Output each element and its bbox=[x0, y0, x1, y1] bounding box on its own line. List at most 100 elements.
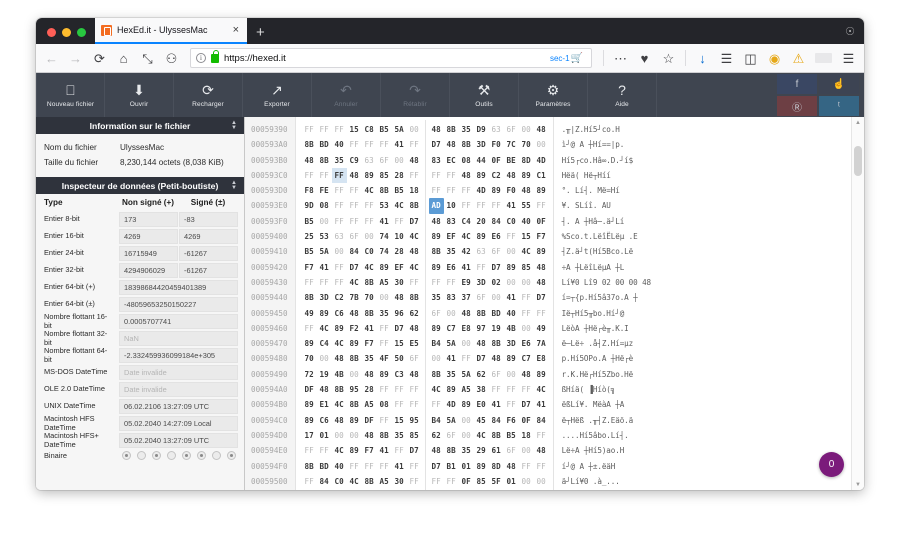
hex-byte[interactable]: FF bbox=[347, 137, 362, 152]
hex-byte[interactable]: FF bbox=[392, 397, 407, 412]
hex-byte[interactable]: 37 bbox=[459, 290, 474, 305]
hex-byte[interactable]: 4C bbox=[362, 260, 377, 275]
forward-icon[interactable]: → bbox=[68, 51, 83, 66]
hex-byte[interactable]: FF bbox=[474, 198, 489, 213]
hex-byte[interactable]: 4C bbox=[332, 397, 347, 412]
hex-byte[interactable]: 3D bbox=[474, 137, 489, 152]
hex-byte[interactable]: 9D bbox=[332, 489, 347, 490]
hex-byte[interactable]: 7A bbox=[534, 336, 549, 351]
hex-byte[interactable]: FF bbox=[332, 183, 347, 198]
hex-byte[interactable]: 00 bbox=[362, 229, 377, 244]
hex-byte[interactable]: D7 bbox=[474, 351, 489, 366]
hex-byte[interactable]: 15 bbox=[347, 122, 362, 137]
hex-byte[interactable]: 8B bbox=[504, 489, 519, 490]
hex-byte[interactable]: 48 bbox=[332, 413, 347, 428]
hex-byte[interactable]: 48 bbox=[459, 168, 474, 183]
hex-byte[interactable]: 6F bbox=[474, 290, 489, 305]
hex-byte[interactable]: FF bbox=[504, 229, 519, 244]
hex-byte[interactable]: E8 bbox=[534, 351, 549, 366]
hex-byte[interactable]: 49 bbox=[534, 321, 549, 336]
hex-byte[interactable]: FF bbox=[489, 382, 504, 397]
hex-byte[interactable]: D7 bbox=[489, 260, 504, 275]
hex-byte[interactable]: 55 bbox=[519, 198, 534, 213]
hex-byte[interactable]: 41 bbox=[317, 260, 332, 275]
hex-byte[interactable]: FF bbox=[377, 413, 392, 428]
maximize-window-button[interactable] bbox=[77, 28, 86, 37]
hex-byte[interactable]: 48 bbox=[504, 459, 519, 474]
hex-bytes-column[interactable]: FF FF FF 15 C8 B5 5A 00 48 8B 35 D9 63 6F 00 48 8B BD 40 FF… bbox=[296, 117, 549, 490]
hex-byte[interactable]: FF bbox=[459, 183, 474, 198]
hex-byte[interactable]: F7 bbox=[534, 229, 549, 244]
hex-byte[interactable]: 48 bbox=[362, 367, 377, 382]
hex-byte[interactable]: 30 bbox=[392, 474, 407, 489]
hex-byte[interactable]: 15 bbox=[392, 413, 407, 428]
hex-byte[interactable]: 25 bbox=[302, 229, 317, 244]
hex-byte[interactable]: 8B bbox=[429, 244, 444, 259]
hex-byte[interactable]: 00 bbox=[332, 244, 347, 259]
inspector-unsigned-value[interactable]: 18398684420459401389 bbox=[119, 280, 238, 295]
scrollbar-thumb[interactable] bbox=[854, 146, 862, 176]
hex-byte[interactable]: 48 bbox=[407, 489, 422, 490]
hex-byte[interactable]: 48 bbox=[489, 351, 504, 366]
hex-byte[interactable]: FF bbox=[534, 459, 549, 474]
hex-byte[interactable]: 48 bbox=[302, 153, 317, 168]
hex-byte[interactable]: 89 bbox=[302, 336, 317, 351]
hex-byte[interactable]: 95 bbox=[407, 413, 422, 428]
hex-byte[interactable]: 6F bbox=[347, 229, 362, 244]
hex-byte[interactable]: FF bbox=[392, 214, 407, 229]
hex-byte[interactable]: 4C bbox=[362, 183, 377, 198]
ascii-row[interactable]: ì┘@ A ┼Hí==|p. bbox=[562, 137, 851, 152]
inspector-unsigned-value[interactable]: 4294906029 bbox=[119, 263, 178, 278]
hex-byte[interactable]: F7 bbox=[302, 260, 317, 275]
hex-byte[interactable]: C3 bbox=[392, 367, 407, 382]
hex-byte[interactable]: 41 bbox=[444, 351, 459, 366]
hex-byte[interactable]: FF bbox=[407, 459, 422, 474]
hex-byte[interactable]: 19 bbox=[317, 367, 332, 382]
hex-byte[interactable]: 20 bbox=[474, 214, 489, 229]
hex-byte[interactable]: 89 bbox=[429, 321, 444, 336]
scroll-up-arrow[interactable]: ▲ bbox=[855, 117, 861, 128]
binary-bit-0[interactable] bbox=[122, 451, 131, 460]
toolbar-button-recharger[interactable]: ⟳ Recharger bbox=[174, 73, 243, 117]
hex-byte[interactable]: 4C bbox=[392, 198, 407, 213]
hex-byte[interactable]: 8B bbox=[302, 459, 317, 474]
hex-byte[interactable]: FF bbox=[302, 474, 317, 489]
hex-byte[interactable]: B4 bbox=[429, 413, 444, 428]
hex-byte[interactable]: 5A bbox=[444, 336, 459, 351]
hex-byte[interactable]: 00 bbox=[519, 122, 534, 137]
back-icon[interactable]: ← bbox=[44, 51, 59, 66]
hex-byte[interactable]: FF bbox=[534, 198, 549, 213]
hex-byte[interactable]: 4B bbox=[504, 321, 519, 336]
hex-byte[interactable]: D7 bbox=[407, 214, 422, 229]
hex-byte[interactable]: 28 bbox=[362, 382, 377, 397]
ascii-row[interactable]: ë─Lë÷ .å┤Z.Hí=µz bbox=[562, 336, 851, 351]
hex-byte[interactable]: 48 bbox=[302, 489, 317, 490]
hex-byte[interactable]: 89 bbox=[459, 397, 474, 412]
hex-byte[interactable]: 8B bbox=[474, 306, 489, 321]
hex-byte[interactable]: 89 bbox=[444, 382, 459, 397]
hex-byte[interactable]: 89 bbox=[504, 260, 519, 275]
hex-byte[interactable]: B1 bbox=[444, 459, 459, 474]
inspector-unsigned-value[interactable]: Date invalide bbox=[119, 382, 238, 397]
ascii-row[interactable]: %Sco.t.LëîËLëµ .E bbox=[562, 229, 851, 244]
vertical-scrollbar[interactable]: ▲ ▼ bbox=[851, 117, 864, 490]
hex-byte[interactable]: 18 bbox=[407, 183, 422, 198]
hex-byte[interactable]: 41 bbox=[392, 459, 407, 474]
hex-byte[interactable]: 00 bbox=[519, 275, 534, 290]
inspector-unsigned-value[interactable]: 16715949 bbox=[119, 246, 178, 261]
hex-byte[interactable]: FF bbox=[377, 382, 392, 397]
ascii-row[interactable]: Hí¥. HäÛt'Hí5- bbox=[562, 489, 851, 490]
inspector-unsigned-value[interactable]: 0.0005707741 bbox=[119, 314, 238, 329]
hex-byte[interactable]: 5A bbox=[459, 367, 474, 382]
hex-byte[interactable]: 01 bbox=[504, 474, 519, 489]
hex-byte[interactable]: 15 bbox=[392, 336, 407, 351]
hex-byte[interactable]: FF bbox=[519, 290, 534, 305]
hex-byte[interactable]: 7C bbox=[504, 137, 519, 152]
binary-bit-6[interactable] bbox=[212, 451, 221, 460]
ascii-row[interactable]: ....Hí5âbo.Lí┤. bbox=[562, 428, 851, 443]
hex-byte[interactable]: 83 bbox=[444, 214, 459, 229]
hex-byte[interactable]: FF bbox=[347, 459, 362, 474]
hex-byte[interactable]: 30 bbox=[392, 275, 407, 290]
inspector-unsigned-value[interactable]: -48059653250150227 bbox=[119, 297, 238, 312]
hex-byte[interactable]: 89 bbox=[317, 306, 332, 321]
